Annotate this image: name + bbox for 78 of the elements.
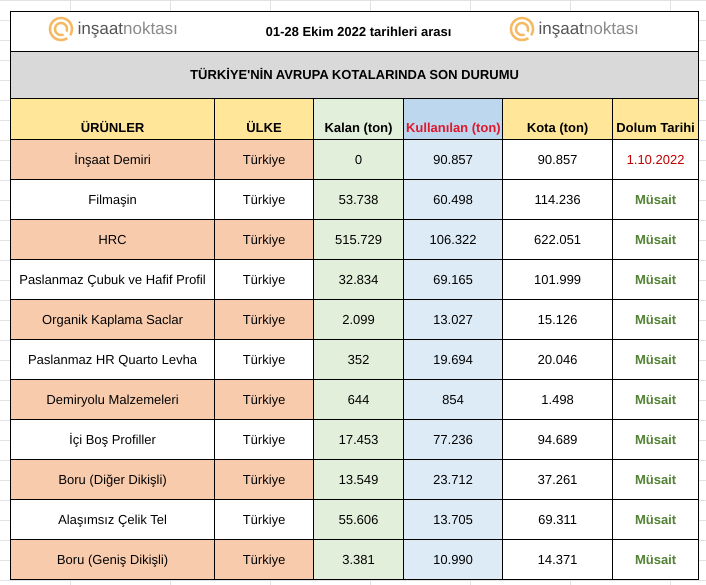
table-cell: 106.322	[430, 232, 477, 247]
table-cell: 10.990	[433, 552, 473, 567]
table-cell: Türkiye	[242, 232, 286, 247]
table-cell: 854	[442, 392, 464, 407]
table-cell: 13.549	[338, 472, 378, 487]
table-cell: 0	[354, 152, 362, 167]
table-cell: 60.498	[433, 192, 473, 207]
table-cell: Türkiye	[242, 392, 286, 407]
table-cell: Türkiye	[242, 432, 286, 447]
table-cell: Türkiye	[242, 472, 286, 487]
table-cell: 19.694	[433, 352, 473, 367]
table-cell: Demiryolu Malzemeleri	[46, 392, 179, 407]
status-text: Müsait	[634, 472, 676, 487]
table-cell: Paslanmaz Çubuk ve Hafif Profil	[19, 272, 206, 287]
table-title: TÜRKİYE'NİN AVRUPA KOTALARINDA SON DURUMU	[190, 67, 519, 82]
column-header: Dolum Tarihi	[616, 120, 695, 134]
table-cell: 13.705	[433, 512, 473, 527]
table-cell: 90.857	[433, 152, 473, 167]
status-text: Müsait	[634, 552, 676, 567]
table-cell: 94.689	[538, 432, 578, 447]
status-text: 1.10.2022	[626, 152, 684, 167]
column-header: ÜLKE	[246, 120, 282, 134]
logo-icon	[48, 16, 74, 42]
logo-text: inşaatnoktası	[538, 18, 639, 40]
table-cell: 622.051	[534, 232, 582, 247]
table-cell: 1.498	[541, 392, 574, 407]
table-cell: Boru (Diğer Dikişli)	[58, 472, 167, 487]
column-header: Kullanılan (ton)	[406, 120, 501, 134]
table-cell: Türkiye	[242, 192, 286, 207]
table-cell: 69.311	[538, 512, 577, 527]
table-cell: 77.236	[433, 432, 473, 447]
table-cell: 15.126	[538, 312, 578, 327]
table-cell: 114.236	[534, 192, 581, 207]
table-cell: Türkiye	[242, 152, 286, 167]
table-cell: 13.027	[433, 312, 473, 327]
table-cell: 90.857	[538, 152, 578, 167]
table-cell: Türkiye	[242, 352, 286, 367]
table-cell: 23.712	[433, 472, 473, 487]
table-cell: 352	[348, 352, 370, 367]
table-cell: 55.606	[338, 512, 378, 527]
status-text: Müsait	[634, 352, 676, 367]
table-cell: 37.261	[538, 472, 578, 487]
status-text: Müsait	[634, 392, 676, 407]
table-cell: Türkiye	[242, 512, 286, 527]
table-cell: Türkiye	[242, 312, 286, 327]
column-header: Kalan (ton)	[324, 120, 392, 134]
table-cell: Boru (Geniş Dikişli)	[56, 552, 168, 567]
table-cell: İnşaat Demiri	[74, 152, 151, 167]
table-cell: İçi Boş Profiller	[69, 432, 156, 447]
table-cell: 69.165	[433, 272, 473, 287]
table-cell: Alaşımsız Çelik Tel	[58, 512, 167, 527]
table-cell: Paslanmaz HR Quarto Levha	[28, 352, 198, 367]
table-cell: 17.453	[338, 432, 378, 447]
table-cell: 3.381	[342, 552, 375, 567]
table-cell: Türkiye	[242, 272, 286, 287]
status-text: Müsait	[634, 432, 676, 447]
column-header: ÜRÜNLER	[80, 120, 144, 134]
status-text: Müsait	[634, 192, 676, 207]
table-cell: HRC	[98, 232, 127, 247]
table-cell: 53.738	[338, 192, 378, 207]
period-title: 01-28 Ekim 2022 tarihleri arası	[266, 24, 452, 39]
logo-icon	[508, 16, 535, 42]
table-cell: Türkiye	[242, 552, 286, 567]
status-text: Müsait	[634, 512, 676, 527]
table-cell: Organik Kaplama Saclar	[42, 312, 183, 327]
logo-text: inşaatnoktası	[78, 18, 178, 40]
table-cell: 101.999	[534, 272, 582, 287]
table-cell: 2.099	[342, 312, 375, 327]
status-text: Müsait	[634, 232, 676, 247]
table-cell: 644	[348, 392, 370, 407]
table-cell: 32.834	[338, 272, 378, 287]
column-header: Kota (ton)	[526, 120, 588, 134]
table-cell: 515.729	[335, 232, 382, 247]
status-text: Müsait	[634, 312, 676, 327]
status-text: Müsait	[634, 272, 676, 287]
table-cell: Filmaşin	[88, 192, 137, 207]
table-cell: 20.046	[538, 352, 578, 367]
table-cell: 14.371	[538, 552, 578, 567]
